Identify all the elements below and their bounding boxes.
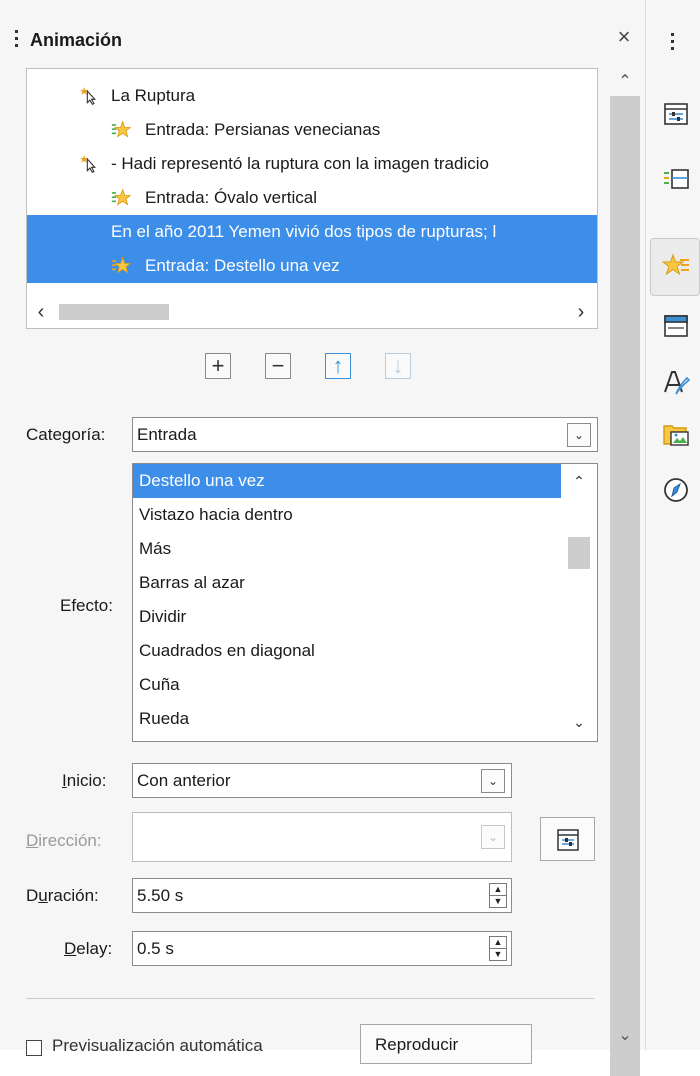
chevron-down-icon[interactable]: ⌄	[481, 769, 505, 793]
sidebar-tabbar	[645, 0, 700, 1050]
decrement-icon[interactable]: ▼	[490, 949, 506, 960]
autopreview-label: Previsualización automática	[52, 1036, 263, 1055]
entrance-star-icon	[111, 120, 131, 138]
move-down-button[interactable]: ↓	[385, 353, 411, 379]
scroll-down-icon[interactable]: ⌄	[610, 1022, 640, 1050]
navigator-icon[interactable]	[662, 476, 690, 504]
duration-spinbox[interactable]: 5.50 s ▲ ▼	[132, 878, 512, 913]
chevron-down-icon[interactable]: ⌄	[567, 423, 591, 447]
animation-list[interactable]: La Ruptura Entrada: Persianas venecianas…	[26, 68, 598, 329]
add-effect-button[interactable]: +	[205, 353, 231, 379]
direction-select[interactable]: ⌄	[132, 812, 512, 862]
effect-list-item[interactable]: Cuadrados en diagonal	[133, 634, 561, 668]
category-select[interactable]: Entrada ⌄	[132, 417, 598, 452]
effect-scroll-thumb[interactable]	[568, 537, 590, 569]
panel-title: Animación	[30, 30, 123, 50]
properties-icon[interactable]	[662, 100, 690, 128]
animation-list-item[interactable]: Entrada: Persianas venecianas	[27, 113, 597, 147]
move-up-button[interactable]: ↑	[325, 353, 351, 379]
effect-list-item[interactable]: Dividir	[133, 600, 561, 634]
animation-list-hscrollbar[interactable]: ‹ ›	[27, 297, 597, 327]
effect-list[interactable]: Destello una vez Vistazo hacia dentro Má…	[132, 463, 598, 742]
styles-icon[interactable]	[662, 368, 690, 396]
animation-list-item[interactable]: - Hadi representó la ruptura con la imag…	[27, 147, 597, 181]
close-panel-button[interactable]: ×	[612, 25, 636, 49]
animation-icon[interactable]	[662, 252, 690, 280]
effect-list-item[interactable]: Barras al azar	[133, 566, 561, 600]
entrance-star-icon	[111, 188, 131, 206]
start-select[interactable]: Con anterior ⌄	[132, 763, 512, 798]
duration-stepper[interactable]: ▲ ▼	[489, 883, 507, 908]
effect-list-scrollbar[interactable]: ⌃ ⌄	[561, 464, 597, 741]
hscroll-thumb[interactable]	[59, 304, 169, 320]
increment-icon[interactable]: ▲	[490, 884, 506, 895]
scroll-up-icon[interactable]: ⌃	[561, 466, 597, 496]
section-divider	[26, 998, 594, 999]
scroll-right-icon[interactable]: ›	[567, 297, 595, 327]
increment-icon[interactable]: ▲	[490, 937, 506, 948]
object-cursor-icon	[80, 155, 97, 174]
scroll-left-icon[interactable]: ‹	[27, 297, 55, 327]
category-label: Categoría:	[26, 425, 106, 444]
panel-grip-icon[interactable]	[15, 30, 19, 54]
entrance-star-icon	[111, 256, 131, 274]
direction-label: Dirección:	[26, 831, 102, 850]
effect-list-item[interactable]: Rueda	[133, 702, 561, 736]
object-cursor-icon	[80, 87, 97, 106]
remove-effect-button[interactable]: −	[265, 353, 291, 379]
master-slides-icon[interactable]	[662, 312, 690, 340]
effect-list-item[interactable]: Vistazo hacia dentro	[133, 498, 561, 532]
effect-list-item-selected[interactable]: Destello una vez	[133, 464, 561, 498]
delay-stepper[interactable]: ▲ ▼	[489, 936, 507, 961]
animation-list-item-selected[interactable]: En el año 2011 Yemen vivió dos tipos de …	[27, 215, 597, 249]
panel-scroll-thumb[interactable]	[610, 96, 640, 1076]
effect-label: Efecto:	[60, 596, 113, 615]
sidebar-menu-icon[interactable]	[671, 33, 675, 57]
effect-options-button[interactable]	[540, 817, 595, 861]
delay-spinbox[interactable]: 0.5 s ▲ ▼	[132, 931, 512, 966]
options-icon	[557, 829, 579, 851]
panel-scrollbar[interactable]: ⌃ ⌄	[610, 68, 640, 1076]
scroll-down-icon[interactable]: ⌄	[561, 707, 597, 737]
animation-list-item-selected[interactable]: Entrada: Destello una vez	[27, 249, 597, 283]
effect-list-item[interactable]: Más	[133, 532, 561, 566]
decrement-icon[interactable]: ▼	[490, 896, 506, 907]
duration-label: Duración:	[26, 886, 99, 905]
animation-list-item[interactable]: Entrada: Óvalo vertical	[27, 181, 597, 215]
start-label: Inicio:	[62, 771, 107, 790]
autopreview-checkbox[interactable]	[26, 1040, 42, 1056]
animation-list-item[interactable]: La Ruptura	[27, 79, 597, 113]
delay-label: Delay:	[64, 939, 113, 958]
slide-transition-icon[interactable]	[662, 165, 690, 193]
scroll-up-icon[interactable]: ⌃	[610, 68, 640, 96]
effect-list-item[interactable]: Cuña	[133, 668, 561, 702]
play-button[interactable]: Reproducir	[360, 1024, 532, 1064]
gallery-icon[interactable]	[662, 420, 690, 448]
chevron-down-icon[interactable]: ⌄	[481, 825, 505, 849]
